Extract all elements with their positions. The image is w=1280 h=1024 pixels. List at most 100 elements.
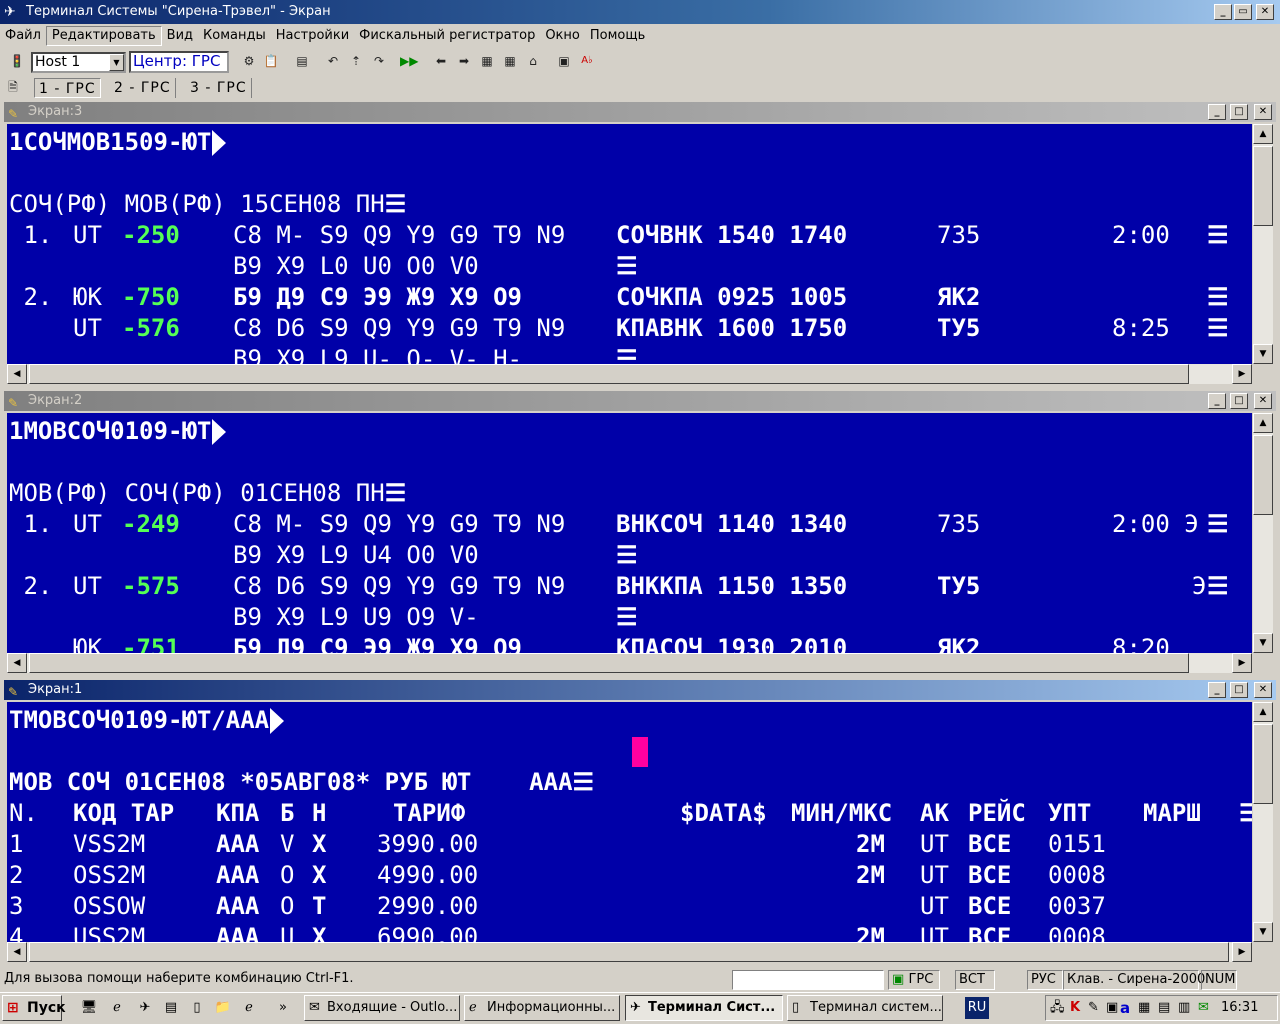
task-terminal-1[interactable]: ✈ Терминал Сист... [625,995,783,1021]
desktop-icon[interactable]: 🖥 [80,998,98,1018]
plane-icon[interactable]: ✈ [136,998,154,1018]
menu-icon[interactable]: ☰ [1239,798,1252,828]
menu-icon[interactable]: ☰ [1207,313,1229,343]
scroll-left-icon[interactable]: ◀ [7,942,27,962]
close-button[interactable]: ✕ [1256,4,1274,20]
seat-classes: Б9 Д9 С9 Э9 Ж9 Х9 О9 [233,283,522,311]
menu-file[interactable]: Файл [0,25,46,47]
scroll-left-icon[interactable]: ◀ [7,364,27,384]
horizontal-scrollbar[interactable]: ◀ ▶ [7,364,1252,384]
arrow-right-icon[interactable]: ➡ [455,52,473,70]
table-cell: ААА [216,861,260,889]
vertical-scrollbar[interactable]: ▲ ▼ [1253,124,1273,364]
home-icon[interactable]: ⌂ [524,52,542,70]
spellcheck-icon[interactable]: A♭ [578,52,596,70]
scroll-up-icon[interactable]: ▲ [1253,124,1273,144]
maximize-button[interactable]: □ [1230,104,1248,120]
browser-icon[interactable]: ℯ [108,998,126,1018]
scroll-right-icon[interactable]: ▶ [1232,942,1252,962]
scroll-left-icon[interactable]: ◀ [7,653,27,673]
menu-edit[interactable]: Редактировать [45,26,162,46]
close-button[interactable]: ✕ [1254,393,1272,409]
scroll-right-icon[interactable]: ▶ [1232,653,1252,673]
menu-settings[interactable]: Настройки [271,25,354,47]
scroll-thumb[interactable] [1253,146,1273,226]
terminal-screen[interactable]: ТМОВСОЧ0109-ЮТ/ААА МОВ СОЧ 01СЕН08 *05АВ… [7,702,1252,942]
document-icon[interactable]: ▯ [188,998,206,1018]
scroll-thumb[interactable] [1253,435,1273,515]
browser-icon[interactable]: ℯ [240,998,258,1018]
upload-icon[interactable]: ⇡ [347,52,365,70]
close-button[interactable]: ✕ [1254,104,1272,120]
menu-icon[interactable]: ☰ [1207,282,1229,312]
start-button[interactable]: ⊞ Пуск [2,995,66,1021]
menu-icon[interactable]: ☰ [1207,509,1229,539]
menu-icon[interactable]: ☰ [1207,571,1229,601]
window-title-bar: ✎ Экран:1 [4,680,1276,700]
horizontal-scrollbar[interactable]: ◀ ▶ [7,653,1252,673]
window-title-bar: ✎ Экран:2 [4,391,1276,411]
tab-grs-3[interactable]: 3 - ГРС [186,78,252,98]
scroll-up-icon[interactable]: ▲ [1253,413,1273,433]
fare-header: МОВ СОЧ 01СЕН08 *05АВГ08* РУБ ЮТ ААА ☰ [9,768,595,796]
menu-commands[interactable]: Команды [198,25,271,47]
menu-bar: Файл Редактировать Вид Команды Настройки Фиск… [0,24,1280,46]
vertical-scrollbar[interactable]: ▲ ▼ [1253,702,1273,942]
vertical-scrollbar[interactable]: ▲ ▼ [1253,413,1273,653]
table-icon[interactable]: ▦ [501,52,519,70]
paste-icon[interactable]: 📋 [262,52,280,70]
minimize-button[interactable]: _ [1214,4,1232,20]
folder-icon[interactable]: 📁 [214,998,232,1018]
scroll-down-icon[interactable]: ▼ [1253,922,1273,942]
menu-window[interactable]: Окно [540,25,585,47]
scroll-thumb[interactable] [29,942,1229,962]
horizontal-scrollbar[interactable]: ◀ ▶ [7,942,1252,962]
fast-forward-icon[interactable]: ▶▶ [400,52,418,70]
maximize-button[interactable]: □ [1230,393,1248,409]
connect-icon[interactable]: ⚙ [240,52,258,70]
scroll-thumb[interactable] [1253,724,1273,804]
menu-help[interactable]: Помощь [585,25,650,47]
chevron-right-icon[interactable]: » [274,998,292,1018]
app-icon[interactable]: ▤ [162,998,180,1018]
maximize-button[interactable]: □ [1230,682,1248,698]
restore-button[interactable]: ▭ [1234,4,1252,20]
minimize-button[interactable]: _ [1208,393,1226,409]
scroll-up-icon[interactable]: ▲ [1253,702,1273,722]
new-document-icon[interactable]: 🗎 [4,78,22,96]
minimize-button[interactable]: _ [1208,104,1226,120]
scroll-thumb[interactable] [29,364,1189,384]
task-info[interactable]: ℯ Информационны... [464,995,620,1021]
menu-icon[interactable]: ☰ [616,344,638,364]
flight-number: 2. [9,283,53,311]
scroll-right-icon[interactable]: ▶ [1232,364,1252,384]
traffic-light-icon[interactable]: 🚦 [8,52,26,70]
redo-icon[interactable]: ↷ [370,52,388,70]
menu-view[interactable]: Вид [162,25,198,47]
terminal-screen[interactable]: 1МОВСОЧ0109-ЮТ МОВ(РФ) СОЧ(РФ) 01СЕН08 П… [7,413,1252,653]
terminal-screen[interactable]: 1СОЧМОВ1509-ЮТ СОЧ(РФ) МОВ(РФ) 15СЕН08 П… [7,124,1252,364]
scroll-down-icon[interactable]: ▼ [1253,633,1273,653]
grid-icon[interactable]: ▦ [478,52,496,70]
window-icon[interactable]: ▣ [555,52,573,70]
scroll-thumb[interactable] [29,653,1189,673]
language-indicator[interactable]: RU [965,997,989,1019]
menu-icon[interactable]: ☰ [1207,220,1229,250]
close-button[interactable]: ✕ [1254,682,1272,698]
menu-icon[interactable]: ☰ [616,540,638,570]
carrier: UT [73,221,102,249]
menu-icon[interactable]: ☰ [616,602,638,632]
scroll-down-icon[interactable]: ▼ [1253,344,1273,364]
menu-icon[interactable]: ☰ [616,251,638,281]
task-terminal-2[interactable]: ▯ Терминал систем... [787,995,943,1021]
menu-fiscal[interactable]: Фискальный регистратор [354,25,540,47]
host-select[interactable]: Host 1 ▼ [31,52,126,73]
tab-grs-1[interactable]: 1 - ГРС [34,78,101,98]
undo-icon[interactable]: ↶ [324,52,342,70]
chevron-down-icon[interactable]: ▼ [109,54,124,71]
arrow-left-icon[interactable]: ⬅ [432,52,450,70]
minimize-button[interactable]: _ [1208,682,1226,698]
task-outlook[interactable]: ✉ Входящие - Outlo... [304,995,460,1021]
print-icon[interactable]: ▤ [293,52,311,70]
tab-grs-2[interactable]: 2 - ГРС [110,78,176,98]
